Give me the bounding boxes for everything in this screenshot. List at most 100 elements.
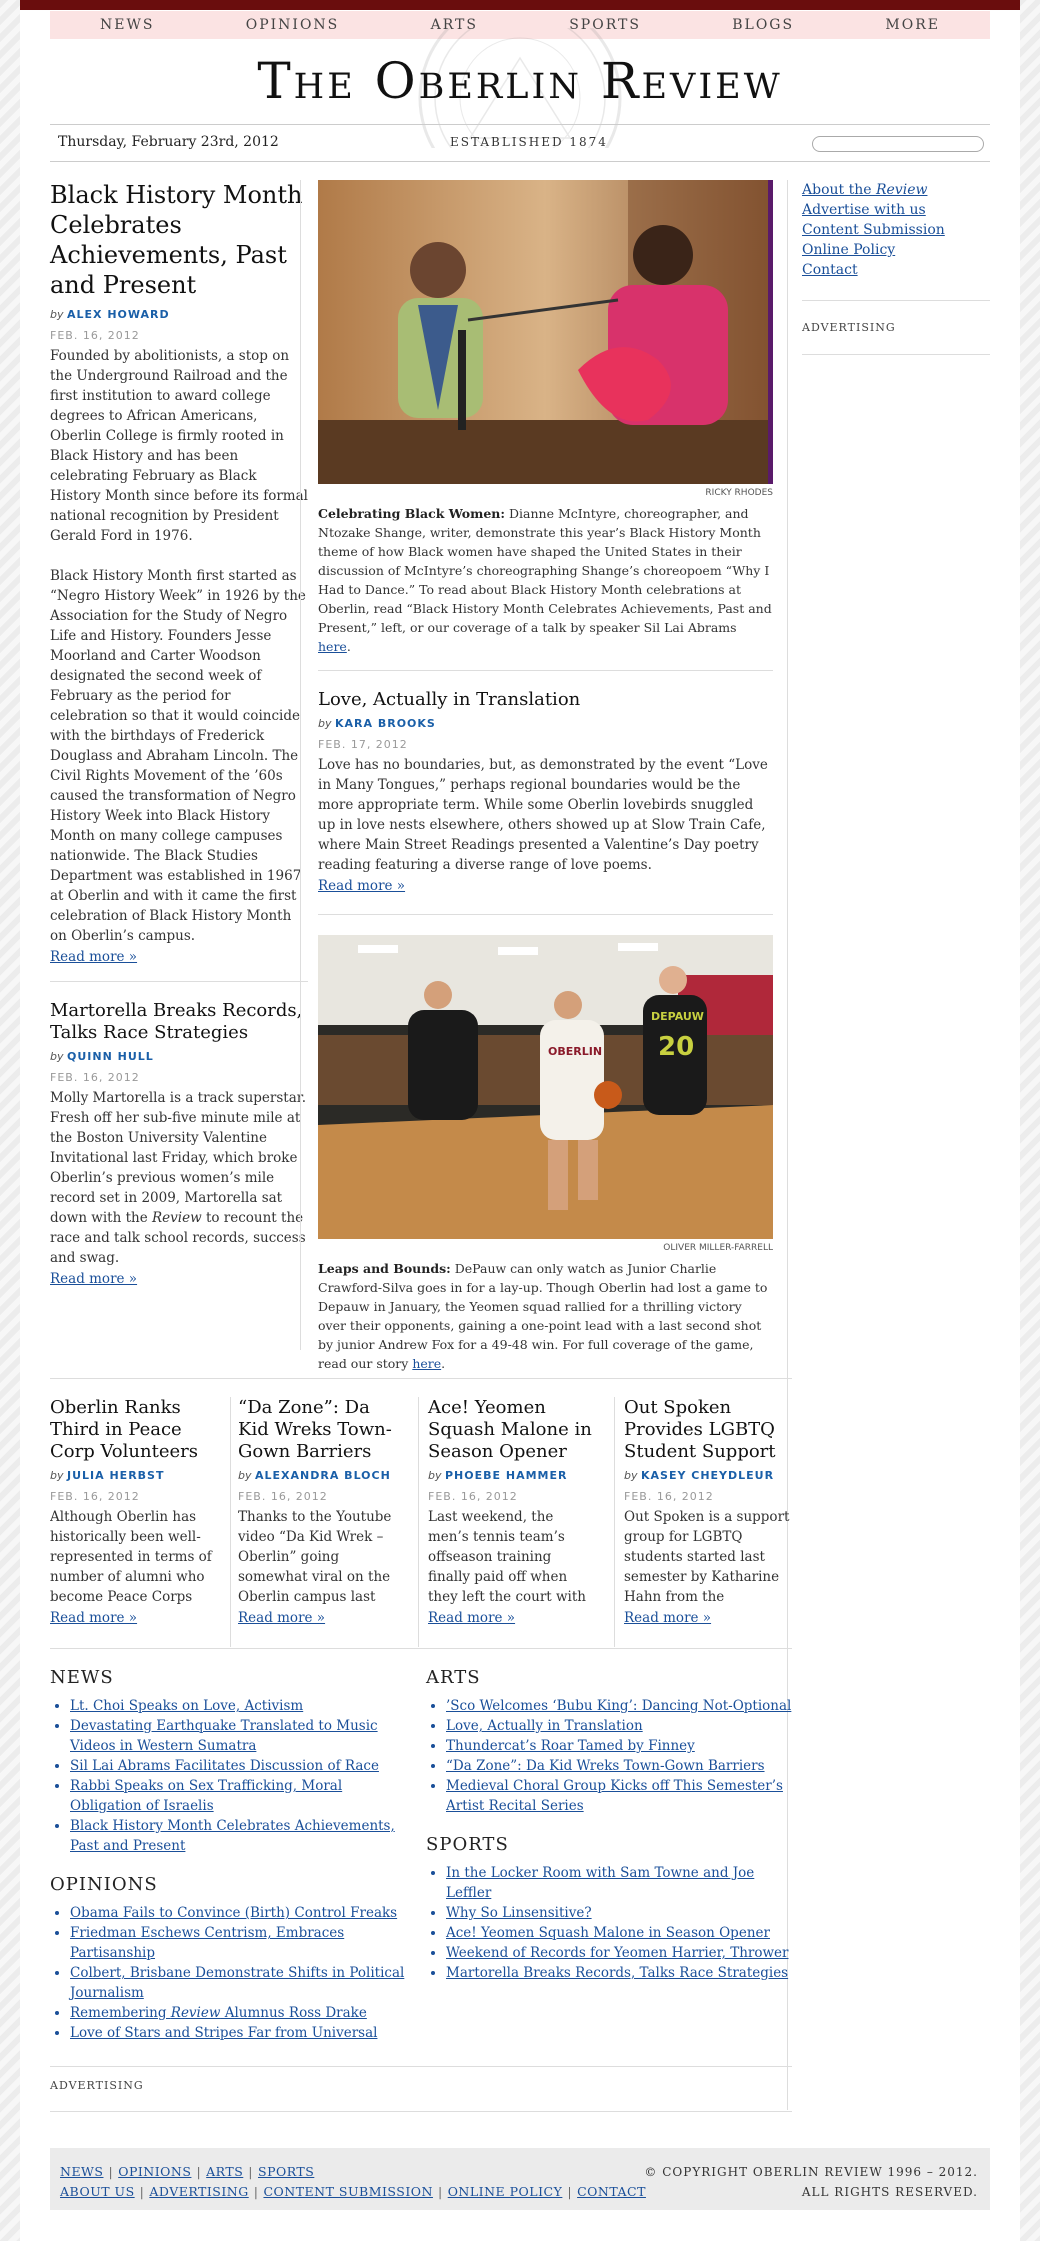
- section-heading-news: NEWS: [50, 1667, 114, 1688]
- read-more-link[interactable]: Read more »: [238, 1610, 325, 1626]
- link-text: Remembering: [70, 2005, 171, 2021]
- list-item: Black History Month Celebrates Achieveme…: [70, 1816, 410, 1856]
- list-link[interactable]: Obama Fails to Convince (Birth) Control …: [70, 1905, 397, 1921]
- footer-link-online-policy[interactable]: ONLINE POLICY: [448, 2184, 563, 2199]
- footer-link-advertising[interactable]: ADVERTISING: [149, 2184, 248, 2199]
- footer-link-news[interactable]: NEWS: [60, 2164, 103, 2179]
- byline: by KASEY CHEYDLEUR: [624, 1469, 792, 1482]
- author-link[interactable]: QUINN HULL: [67, 1050, 154, 1063]
- article-body: Founded by abolitionists, a stop on the …: [50, 346, 310, 946]
- list-link[interactable]: Devastating Earthquake Translated to Mus…: [70, 1718, 378, 1754]
- list-link[interactable]: Thundercat’s Roar Tamed by Finney: [446, 1738, 695, 1754]
- list-link[interactable]: Colbert, Brisbane Demonstrate Shifts in …: [70, 1965, 404, 2001]
- article-headline[interactable]: Out Spoken Provides LGBTQ Student Suppor…: [624, 1397, 792, 1463]
- list-link[interactable]: Why So Linsensitive?: [446, 1905, 592, 1921]
- list-link[interactable]: Love of Stars and Stripes Far from Unive…: [70, 2025, 377, 2041]
- list-item: Why So Linsensitive?: [446, 1903, 792, 1923]
- nav-more[interactable]: MORE: [885, 17, 940, 33]
- article-headline[interactable]: “Da Zone”: Da Kid Wreks Town-Gown Barrie…: [238, 1397, 406, 1463]
- list-item: Colbert, Brisbane Demonstrate Shifts in …: [70, 1963, 410, 2003]
- caption-text: Dianne McIntyre, choreographer, and Ntoz…: [318, 506, 772, 635]
- search-input[interactable]: [812, 136, 984, 152]
- list-item: Thundercat’s Roar Tamed by Finney: [446, 1736, 792, 1756]
- online-policy-link[interactable]: Online Policy: [802, 240, 990, 260]
- author-link[interactable]: KARA BROOKS: [335, 717, 436, 730]
- advertise-link[interactable]: Advertise with us: [802, 200, 990, 220]
- caption-end: .: [441, 1356, 446, 1371]
- caption-link[interactable]: here: [318, 639, 347, 654]
- byline: by PHOEBE HAMMER: [428, 1469, 596, 1482]
- photo-basketball[interactable]: OBERLIN DEPAUW 20: [318, 935, 773, 1239]
- footer-link-sports[interactable]: SPORTS: [258, 2164, 314, 2179]
- author-link[interactable]: PHOEBE HAMMER: [445, 1469, 567, 1482]
- footer-link-opinions[interactable]: OPINIONS: [118, 2164, 191, 2179]
- read-more-link[interactable]: Read more »: [318, 878, 405, 894]
- list-link[interactable]: Medieval Choral Group Kicks off This Sem…: [446, 1778, 783, 1814]
- top-bar: [20, 0, 1020, 10]
- article-date: FEB. 16, 2012: [428, 1490, 518, 1503]
- footer-link-about[interactable]: ABOUT US: [60, 2184, 135, 2199]
- list-item: Love, Actually in Translation: [446, 1716, 792, 1736]
- byline-prefix: by: [318, 717, 332, 730]
- byline: by KARA BROOKS: [318, 717, 773, 730]
- author-link[interactable]: KASEY CHEYDLEUR: [641, 1469, 774, 1482]
- nav-blogs[interactable]: BLOGS: [732, 17, 794, 33]
- footer: NEWS | OPINIONS | ARTS | SPORTS ABOUT US | ADVER…: [50, 2148, 990, 2210]
- read-more-link[interactable]: Read more »: [428, 1610, 515, 1626]
- jersey-text-a: OBERLIN: [548, 1045, 602, 1058]
- list-link[interactable]: Remembering Review Alumnus Ross Drake: [70, 2005, 367, 2021]
- column-divider: [300, 180, 301, 1350]
- article-headline[interactable]: Black History Month Celebrates Achieveme…: [50, 180, 310, 300]
- list-link[interactable]: Rabbi Speaks on Sex Trafficking, Moral O…: [70, 1778, 342, 1814]
- lead-article: Black History Month Celebrates Achieveme…: [50, 180, 310, 967]
- author-link[interactable]: JULIA HERBST: [67, 1469, 164, 1482]
- divider: [802, 354, 990, 355]
- contact-link[interactable]: Contact: [802, 260, 990, 280]
- list-item: Remembering Review Alumnus Ross Drake: [70, 2003, 410, 2023]
- list-link[interactable]: Weekend of Records for Yeomen Harrier, T…: [446, 1945, 789, 1961]
- list-link[interactable]: Love, Actually in Translation: [446, 1718, 643, 1734]
- author-link[interactable]: ALEX HOWARD: [67, 308, 170, 321]
- list-item: Friedman Eschews Centrism, Embraces Part…: [70, 1923, 410, 1963]
- dateline-bar: Thursday, February 23rd, 2012 ESTABLISHE…: [50, 124, 990, 162]
- divider: [318, 914, 773, 915]
- article-headline[interactable]: Oberlin Ranks Third in Peace Corp Volunt…: [50, 1397, 218, 1463]
- separator: |: [196, 2164, 202, 2179]
- list-link[interactable]: Black History Month Celebrates Achieveme…: [70, 1818, 395, 1854]
- footer-link-contact[interactable]: CONTACT: [577, 2184, 646, 2199]
- read-more-link[interactable]: Read more »: [50, 1610, 137, 1626]
- list-link[interactable]: In the Locker Room with Sam Towne and Jo…: [446, 1865, 754, 1901]
- article-headline[interactable]: Ace! Yeomen Squash Malone in Season Open…: [428, 1397, 596, 1463]
- opinions-list: Obama Fails to Convince (Birth) Control …: [50, 1903, 410, 2043]
- article-headline[interactable]: Love, Actually in Translation: [318, 689, 773, 711]
- photo-black-women[interactable]: [318, 180, 773, 484]
- list-link[interactable]: Friedman Eschews Centrism, Embraces Part…: [70, 1925, 344, 1961]
- nav-opinions[interactable]: OPINIONS: [246, 17, 340, 33]
- list-link[interactable]: “Da Zone”: Da Kid Wreks Town-Gown Barrie…: [446, 1758, 765, 1774]
- footer-link-content-submission[interactable]: CONTENT SUBMISSION: [263, 2184, 433, 2199]
- about-review-link[interactable]: About the Review: [802, 180, 990, 200]
- author-link[interactable]: ALEXANDRA BLOCH: [255, 1469, 391, 1482]
- nav-news[interactable]: NEWS: [100, 17, 154, 33]
- read-more-link[interactable]: Read more »: [50, 1271, 137, 1287]
- byline-prefix: by: [50, 1469, 64, 1482]
- read-more-link[interactable]: Read more »: [50, 949, 137, 965]
- site-title[interactable]: The Oberlin Review: [50, 40, 990, 122]
- list-link[interactable]: Martorella Breaks Records, Talks Race St…: [446, 1965, 788, 1981]
- caption-link[interactable]: here: [412, 1356, 441, 1371]
- article-date: FEB. 16, 2012: [50, 1490, 140, 1503]
- article-date: FEB. 16, 2012: [624, 1490, 714, 1503]
- separator: |: [248, 2164, 253, 2179]
- list-link[interactable]: Sil Lai Abrams Facilitates Discussion of…: [70, 1758, 379, 1774]
- list-link[interactable]: Lt. Choi Speaks on Love, Activism: [70, 1698, 303, 1714]
- content-submission-link[interactable]: Content Submission: [802, 220, 990, 240]
- byline: by QUINN HULL: [50, 1050, 310, 1063]
- article-headline[interactable]: Martorella Breaks Records, Talks Race St…: [50, 1000, 310, 1044]
- photo-credit: RICKY RHODES: [705, 488, 773, 498]
- list-link[interactable]: Ace! Yeomen Squash Malone in Season Open…: [446, 1925, 770, 1941]
- teaser-2: “Da Zone”: Da Kid Wreks Town-Gown Barrie…: [238, 1397, 406, 1628]
- list-link[interactable]: ’Sco Welcomes ‘Bubu King’: Dancing Not-O…: [446, 1698, 791, 1714]
- footer-link-arts[interactable]: ARTS: [206, 2164, 243, 2179]
- current-date: Thursday, February 23rd, 2012: [58, 134, 279, 150]
- read-more-link[interactable]: Read more »: [624, 1610, 711, 1626]
